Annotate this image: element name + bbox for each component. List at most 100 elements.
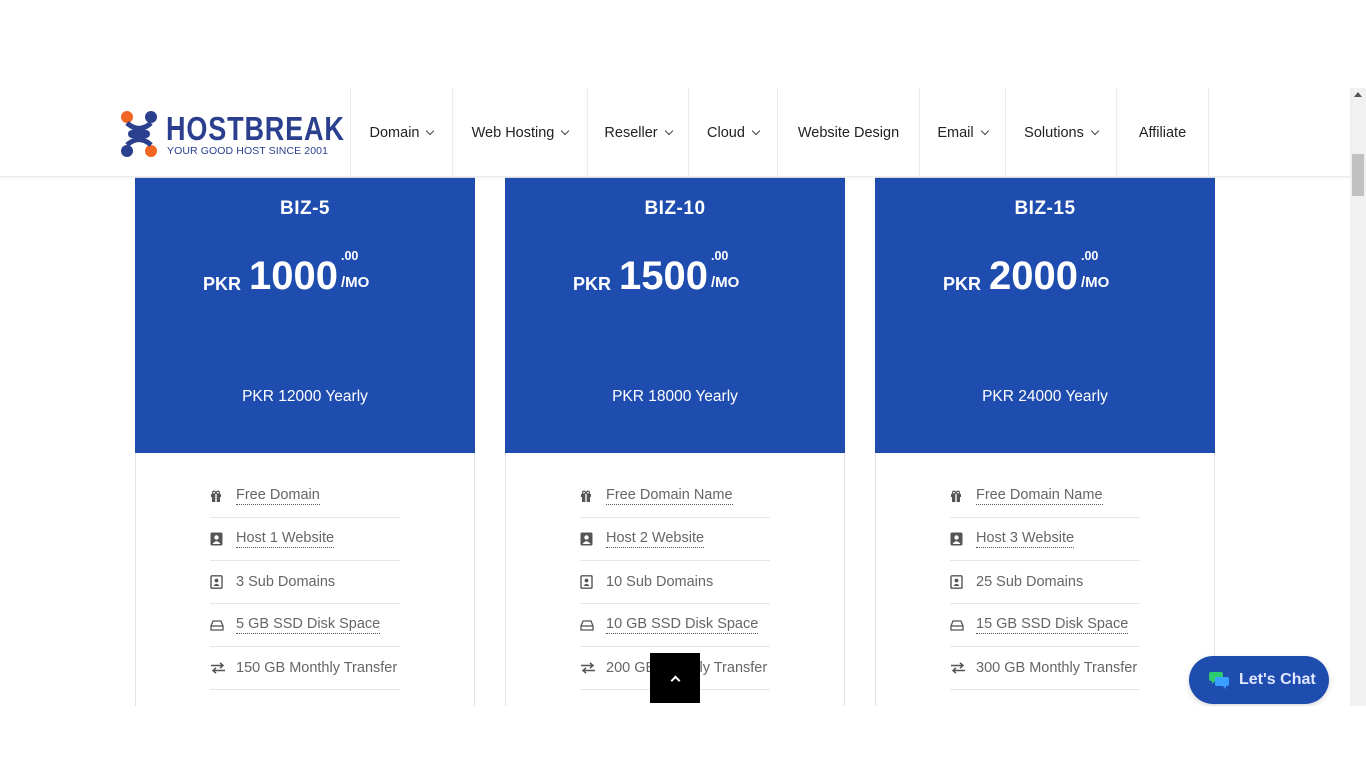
- feature-item: 15 GB SSD Disk Space: [950, 604, 1140, 647]
- chevron-up-icon: [670, 675, 680, 685]
- price-currency: PKR: [573, 274, 612, 294]
- scrollbar-thumb[interactable]: [1352, 154, 1364, 196]
- plan-name: BIZ-5: [280, 198, 330, 219]
- chevron-down-icon: [561, 126, 570, 135]
- price-amount: 2000: [989, 254, 1078, 298]
- chevron-down-icon: [1090, 126, 1100, 135]
- chevron-down-icon: [664, 126, 673, 135]
- feature-text[interactable]: Host 1 Website: [236, 530, 335, 548]
- feature-text[interactable]: 5 GB SSD Disk Space: [236, 616, 381, 634]
- plan-yearly-price: PKR 24000 Yearly: [982, 388, 1108, 405]
- price-period: /MO: [711, 274, 740, 291]
- feature-text[interactable]: Free Domain: [236, 487, 320, 505]
- feature-text[interactable]: Free Domain Name: [976, 487, 1103, 505]
- contact-book-icon: [950, 575, 976, 589]
- feature-text[interactable]: Free Domain Name: [606, 487, 733, 505]
- price-cents: .00: [341, 249, 359, 263]
- feature-item: Free Domain Name: [580, 475, 770, 518]
- plan-features: Free Domain Name Host 3 Website 25 Sub D…: [950, 475, 1140, 690]
- page-scrollbar[interactable]: [1350, 88, 1366, 706]
- plan-price: PKR 1500 .00 /MO: [505, 249, 845, 302]
- browser-viewport: HOSTBREAK YOUR GOOD HOST SINCE 2001 Doma…: [0, 88, 1366, 706]
- site-logo[interactable]: HOSTBREAK YOUR GOOD HOST SINCE 2001: [120, 110, 344, 158]
- transfer-arrows-icon: [580, 662, 606, 674]
- nav-solutions-label: Solutions: [1024, 124, 1084, 141]
- price-cents: .00: [1081, 249, 1099, 263]
- plan-name: BIZ-15: [1014, 198, 1076, 219]
- price-cents: .00: [711, 249, 729, 263]
- nav-email-label: Email: [937, 124, 974, 141]
- contact-card-icon: [210, 532, 236, 546]
- transfer-arrows-icon: [950, 662, 976, 674]
- plan-price: PKR 2000 .00 /MO: [875, 249, 1215, 302]
- nav-reseller[interactable]: Reseller: [587, 88, 688, 177]
- feature-item: 150 GB Monthly Transfer: [210, 647, 400, 690]
- chevron-down-icon: [980, 126, 989, 135]
- plan-yearly-price: PKR 18000 Yearly: [612, 388, 738, 405]
- plan-header: BIZ-5 PKR 1000 .00 /MO PKR 12000 Yearly: [135, 178, 475, 453]
- nav-web-hosting[interactable]: Web Hosting: [452, 88, 587, 177]
- feature-text[interactable]: 15 GB SSD Disk Space: [976, 616, 1129, 634]
- feature-item: Host 1 Website: [210, 518, 400, 561]
- nav-website-design[interactable]: Website Design: [777, 88, 919, 177]
- plan-header: BIZ-15 PKR 2000 .00 /MO PKR 24000 Yearly: [875, 178, 1215, 453]
- nav-domain-label: Domain: [369, 124, 420, 141]
- feature-item: Free Domain Name: [950, 475, 1140, 518]
- nav-web-hosting-label: Web Hosting: [471, 124, 555, 141]
- feature-item: Host 3 Website: [950, 518, 1140, 561]
- chat-label: Let's Chat: [1239, 671, 1316, 688]
- plan-header: BIZ-10 PKR 1500 .00 /MO PKR 18000 Yearly: [505, 178, 845, 453]
- contact-card-icon: [950, 532, 976, 546]
- hard-drive-icon: [580, 619, 606, 631]
- feature-item: 5 GB SSD Disk Space: [210, 604, 400, 647]
- nav-cloud-label: Cloud: [707, 124, 745, 141]
- feature-text: 10 Sub Domains: [606, 574, 714, 590]
- logo-tagline: YOUR GOOD HOST SINCE 2001: [167, 145, 329, 157]
- feature-item: 25 Sub Domains: [950, 561, 1140, 604]
- feature-text: 150 GB Monthly Transfer: [236, 660, 398, 676]
- hard-drive-icon: [950, 619, 976, 631]
- price-currency: PKR: [203, 274, 242, 294]
- plan-features: Free Domain Host 1 Website 3 Sub Domains…: [210, 475, 400, 690]
- logo-mark-icon: [121, 111, 157, 157]
- nav-solutions[interactable]: Solutions: [1005, 88, 1116, 177]
- nav-website-design-label: Website Design: [797, 124, 900, 141]
- nav-domain[interactable]: Domain: [350, 88, 452, 177]
- price-period: /MO: [341, 274, 370, 291]
- nav-affiliate-label: Affiliate: [1138, 124, 1187, 141]
- nav-cloud[interactable]: Cloud: [688, 88, 777, 177]
- lets-chat-button[interactable]: Let's Chat: [1189, 656, 1329, 704]
- scroll-up-arrow-icon[interactable]: [1354, 92, 1362, 97]
- gift-icon: [210, 490, 236, 502]
- feature-item: 10 GB SSD Disk Space: [580, 604, 770, 647]
- price-amount: 1500: [619, 254, 708, 298]
- feature-item: 10 Sub Domains: [580, 561, 770, 604]
- plan-card-biz-15: BIZ-15 PKR 2000 .00 /MO PKR 24000 Yearly…: [875, 177, 1215, 706]
- feature-item: 3 Sub Domains: [210, 561, 400, 604]
- back-to-top-button[interactable]: [650, 653, 700, 703]
- logo-name: HOSTBREAK: [166, 110, 345, 147]
- feature-item: Host 2 Website: [580, 518, 770, 561]
- feature-text[interactable]: Host 3 Website: [976, 530, 1075, 548]
- price-period: /MO: [1081, 274, 1110, 291]
- plan-card-biz-5: BIZ-5 PKR 1000 .00 /MO PKR 12000 Yearly …: [135, 177, 475, 706]
- feature-item: 300 GB Monthly Transfer: [950, 647, 1140, 690]
- contact-book-icon: [210, 575, 236, 589]
- feature-text[interactable]: Host 2 Website: [606, 530, 705, 548]
- nav-email[interactable]: Email: [919, 88, 1005, 177]
- nav-reseller-label: Reseller: [604, 124, 658, 141]
- price-currency: PKR: [943, 274, 982, 294]
- hard-drive-icon: [210, 619, 236, 631]
- site-header: HOSTBREAK YOUR GOOD HOST SINCE 2001 Doma…: [0, 88, 1350, 177]
- price-amount: 1000: [249, 254, 338, 298]
- chevron-down-icon: [426, 126, 435, 135]
- feature-item: Free Domain: [210, 475, 400, 518]
- chevron-down-icon: [751, 126, 761, 135]
- plan-name: BIZ-10: [644, 198, 706, 219]
- plan-card-biz-10: BIZ-10 PKR 1500 .00 /MO PKR 18000 Yearly…: [505, 177, 845, 706]
- contact-book-icon: [580, 575, 606, 589]
- feature-text[interactable]: 10 GB SSD Disk Space: [606, 616, 759, 634]
- nav-affiliate[interactable]: Affiliate: [1116, 88, 1209, 177]
- plan-price: PKR 1000 .00 /MO: [135, 249, 475, 302]
- feature-text: 3 Sub Domains: [236, 574, 336, 590]
